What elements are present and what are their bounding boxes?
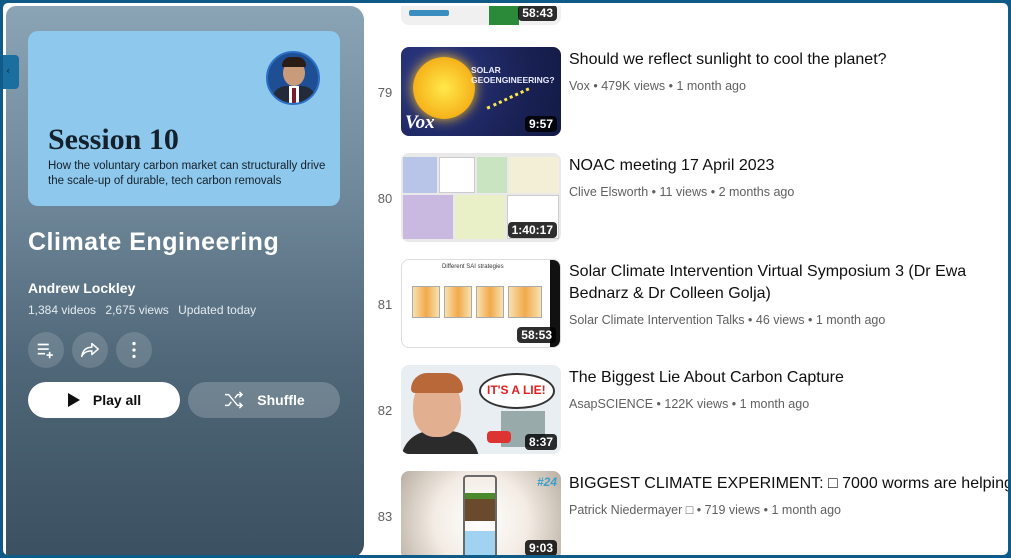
video-duration: 58:43	[518, 6, 557, 21]
channel-name[interactable]: Vox	[569, 79, 590, 93]
upload-age: 1 month ago	[676, 79, 746, 93]
upload-age: 1 month ago	[815, 313, 886, 327]
video-index: 82	[377, 403, 393, 418]
updated-label: Updated today	[178, 303, 257, 317]
video-meta: Vox • 479K views • 1 month ago	[569, 79, 746, 93]
thumbnail-text: Different SAI strategies	[442, 264, 504, 270]
video-title[interactable]: NOAC meeting 17 April 2023	[569, 155, 1008, 177]
list-item[interactable]: 83 #24 9:03 BIGGEST CLIMATE EXPERIMENT: …	[364, 471, 1008, 555]
upload-age: 1 month ago	[739, 397, 810, 411]
list-item[interactable]: 58:43	[364, 6, 1008, 32]
thumbnail-heading: Session 10	[48, 123, 179, 156]
upload-age: 2 months ago	[718, 185, 795, 199]
speaker-avatar	[266, 51, 320, 105]
view-count: 122K views	[664, 397, 729, 411]
list-item[interactable]: 82 IT'S A LIE! 8:37 The Biggest Lie Abou…	[364, 365, 1008, 461]
video-index: 81	[377, 297, 393, 312]
channel-name[interactable]: Clive Elsworth	[569, 185, 648, 199]
playlist-stats: 1,384 videos 2,675 views Updated today	[28, 303, 262, 317]
more-vert-icon	[132, 341, 136, 359]
video-duration: 9:03	[524, 540, 557, 555]
channel-name[interactable]: Solar Climate Intervention Talks	[569, 313, 745, 327]
upload-age: 1 month ago	[771, 503, 842, 517]
add-to-queue-button[interactable]	[28, 332, 64, 368]
video-duration: 1:40:17	[507, 222, 557, 238]
view-count: 479K views	[601, 79, 666, 93]
view-count: 719 views	[704, 503, 761, 517]
video-title[interactable]: Should we reflect sunlight to cool the p…	[569, 49, 1008, 71]
thumbnail-text: IT'S A LIE!	[487, 383, 546, 397]
video-thumbnail[interactable]: SOLAR GEOENGINEERING? Vox 9:57	[401, 47, 561, 136]
video-meta: Clive Elsworth • 11 views • 2 months ago	[569, 185, 795, 199]
video-title[interactable]: Solar Climate Intervention Virtual Sympo…	[569, 261, 1008, 305]
list-item[interactable]: 81 Different SAI strategies 58:53 Solar …	[364, 259, 1008, 355]
shuffle-button[interactable]: Shuffle	[188, 382, 340, 418]
playlist-thumbnail[interactable]: Session 10 How the voluntary carbon mark…	[28, 31, 340, 206]
playlist-title: Climate Engineering	[28, 228, 280, 256]
share-button[interactable]	[72, 332, 108, 368]
share-icon	[81, 342, 99, 358]
video-thumbnail[interactable]: 1:40:17	[401, 153, 561, 242]
list-item[interactable]: 79 SOLAR GEOENGINEERING? Vox 9:57 Should…	[364, 47, 1008, 143]
chevron-left-icon: ‹	[6, 64, 11, 77]
view-count: 11 views	[659, 185, 708, 199]
video-title[interactable]: The Biggest Lie About Carbon Capture	[569, 367, 1008, 389]
play-icon	[67, 393, 80, 407]
list-item[interactable]: 80 1:40:17 NOAC meeting 17 April 2023 Cl…	[364, 153, 1008, 249]
add-to-queue-icon	[37, 343, 53, 359]
video-index: 79	[377, 85, 393, 100]
video-index: 80	[377, 191, 393, 206]
app-window: ‹ Session 10 How the voluntary carbon ma…	[0, 0, 1011, 558]
video-thumbnail[interactable]: 58:43	[401, 6, 561, 25]
video-meta: AsapSCIENCE • 122K views • 1 month ago	[569, 397, 810, 411]
video-thumbnail[interactable]: Different SAI strategies 58:53	[401, 259, 561, 348]
video-index: 83	[377, 509, 393, 524]
view-count: 46 views	[755, 313, 805, 327]
video-count: 1,384 videos	[28, 303, 97, 317]
playlist-owner[interactable]: Andrew Lockley	[28, 280, 135, 296]
shuffle-label: Shuffle	[257, 392, 305, 408]
thumbnail-text: SOLAR GEOENGINEERING?	[471, 65, 555, 85]
channel-name[interactable]: Patrick Niedermayer □	[569, 503, 693, 517]
play-all-label: Play all	[92, 392, 142, 408]
more-options-button[interactable]	[116, 332, 152, 368]
shuffle-icon	[225, 391, 244, 409]
video-list: 58:43 79 SOLAR GEOENGINEERING? Vox 9:57 …	[364, 6, 1008, 555]
video-duration: 8:37	[524, 434, 557, 450]
thumbnail-subtitle: How the voluntary carbon market can stru…	[48, 160, 326, 187]
play-all-button[interactable]: Play all	[28, 382, 180, 418]
video-duration: 58:53	[517, 327, 556, 343]
video-meta: Solar Climate Intervention Talks • 46 vi…	[569, 313, 886, 327]
video-thumbnail[interactable]: IT'S A LIE! 8:37	[401, 365, 561, 454]
video-thumbnail[interactable]: #24 9:03	[401, 471, 561, 555]
playlist-header-panel: Session 10 How the voluntary carbon mark…	[6, 6, 364, 555]
thumbnail-text: #24	[536, 475, 557, 489]
video-duration: 9:57	[524, 116, 557, 132]
video-meta: Patrick Niedermayer □ • 719 views • 1 mo…	[569, 503, 841, 517]
side-handle[interactable]: ‹	[3, 55, 19, 89]
view-count: 2,675 views	[105, 303, 169, 317]
channel-name[interactable]: AsapSCIENCE	[569, 397, 653, 411]
video-title[interactable]: BIGGEST CLIMATE EXPERIMENT: □ 7000 worms…	[569, 473, 1008, 495]
vox-logo: Vox	[405, 112, 435, 133]
